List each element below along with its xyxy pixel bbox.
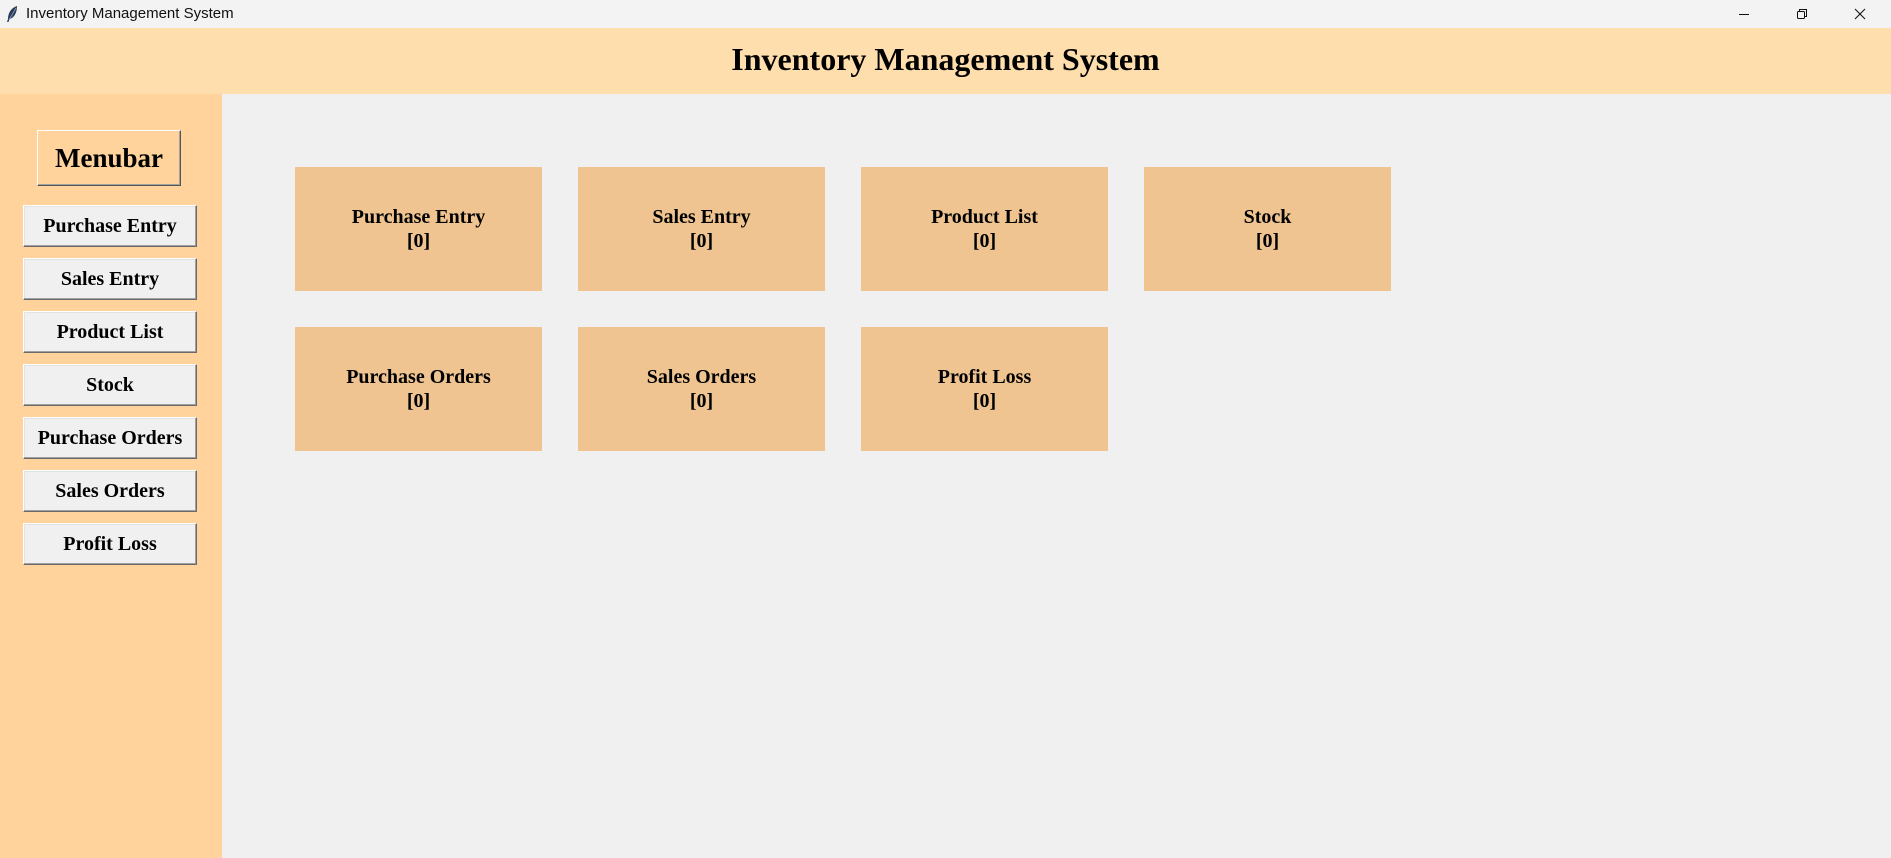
card-count: [0]	[972, 230, 997, 252]
sidebar-item-product-list[interactable]: Product List	[23, 311, 197, 353]
sidebar-heading: Menubar	[37, 130, 181, 186]
card-product-list[interactable]: Product List [0]	[861, 167, 1108, 291]
sidebar-item-stock[interactable]: Stock	[23, 364, 197, 406]
card-count: [0]	[406, 230, 431, 252]
feather-icon	[5, 5, 19, 23]
card-label: Purchase Entry	[351, 206, 486, 228]
restore-icon	[1797, 9, 1807, 19]
card-label: Sales Entry	[652, 206, 751, 228]
card-count: [0]	[972, 390, 997, 412]
card-count: [0]	[689, 230, 714, 252]
card-label: Stock	[1243, 206, 1292, 228]
card-label: Product List	[931, 206, 1038, 228]
card-count: [0]	[689, 390, 714, 412]
sidebar-item-profit-loss[interactable]: Profit Loss	[23, 523, 197, 565]
card-count: [0]	[406, 390, 431, 412]
sidebar-item-sales-entry[interactable]: Sales Entry	[23, 258, 197, 300]
card-sales-entry[interactable]: Sales Entry [0]	[578, 167, 825, 291]
window-title: Inventory Management System	[26, 5, 234, 22]
card-profit-loss[interactable]: Profit Loss [0]	[861, 327, 1108, 451]
minimize-icon	[1739, 14, 1749, 15]
card-purchase-entry[interactable]: Purchase Entry [0]	[295, 167, 542, 291]
close-button[interactable]	[1831, 0, 1889, 28]
card-sales-orders[interactable]: Sales Orders [0]	[578, 327, 825, 451]
app-header: Inventory Management System	[0, 28, 1891, 94]
card-label: Sales Orders	[646, 366, 757, 388]
minimize-button[interactable]	[1715, 0, 1773, 28]
close-icon	[1854, 8, 1866, 20]
card-count: [0]	[1255, 230, 1280, 252]
sidebar: Menubar Purchase Entry Sales Entry Produ…	[0, 94, 222, 858]
page-title: Inventory Management System	[731, 41, 1160, 77]
restore-button[interactable]	[1773, 0, 1831, 28]
card-label: Profit Loss	[937, 366, 1032, 388]
window-titlebar: Inventory Management System	[0, 0, 1891, 28]
sidebar-item-sales-orders[interactable]: Sales Orders	[23, 470, 197, 512]
card-label: Purchase Orders	[346, 366, 491, 388]
sidebar-item-purchase-entry[interactable]: Purchase Entry	[23, 205, 197, 247]
sidebar-item-purchase-orders[interactable]: Purchase Orders	[23, 417, 197, 459]
card-stock[interactable]: Stock [0]	[1144, 167, 1391, 291]
card-purchase-orders[interactable]: Purchase Orders [0]	[295, 327, 542, 451]
